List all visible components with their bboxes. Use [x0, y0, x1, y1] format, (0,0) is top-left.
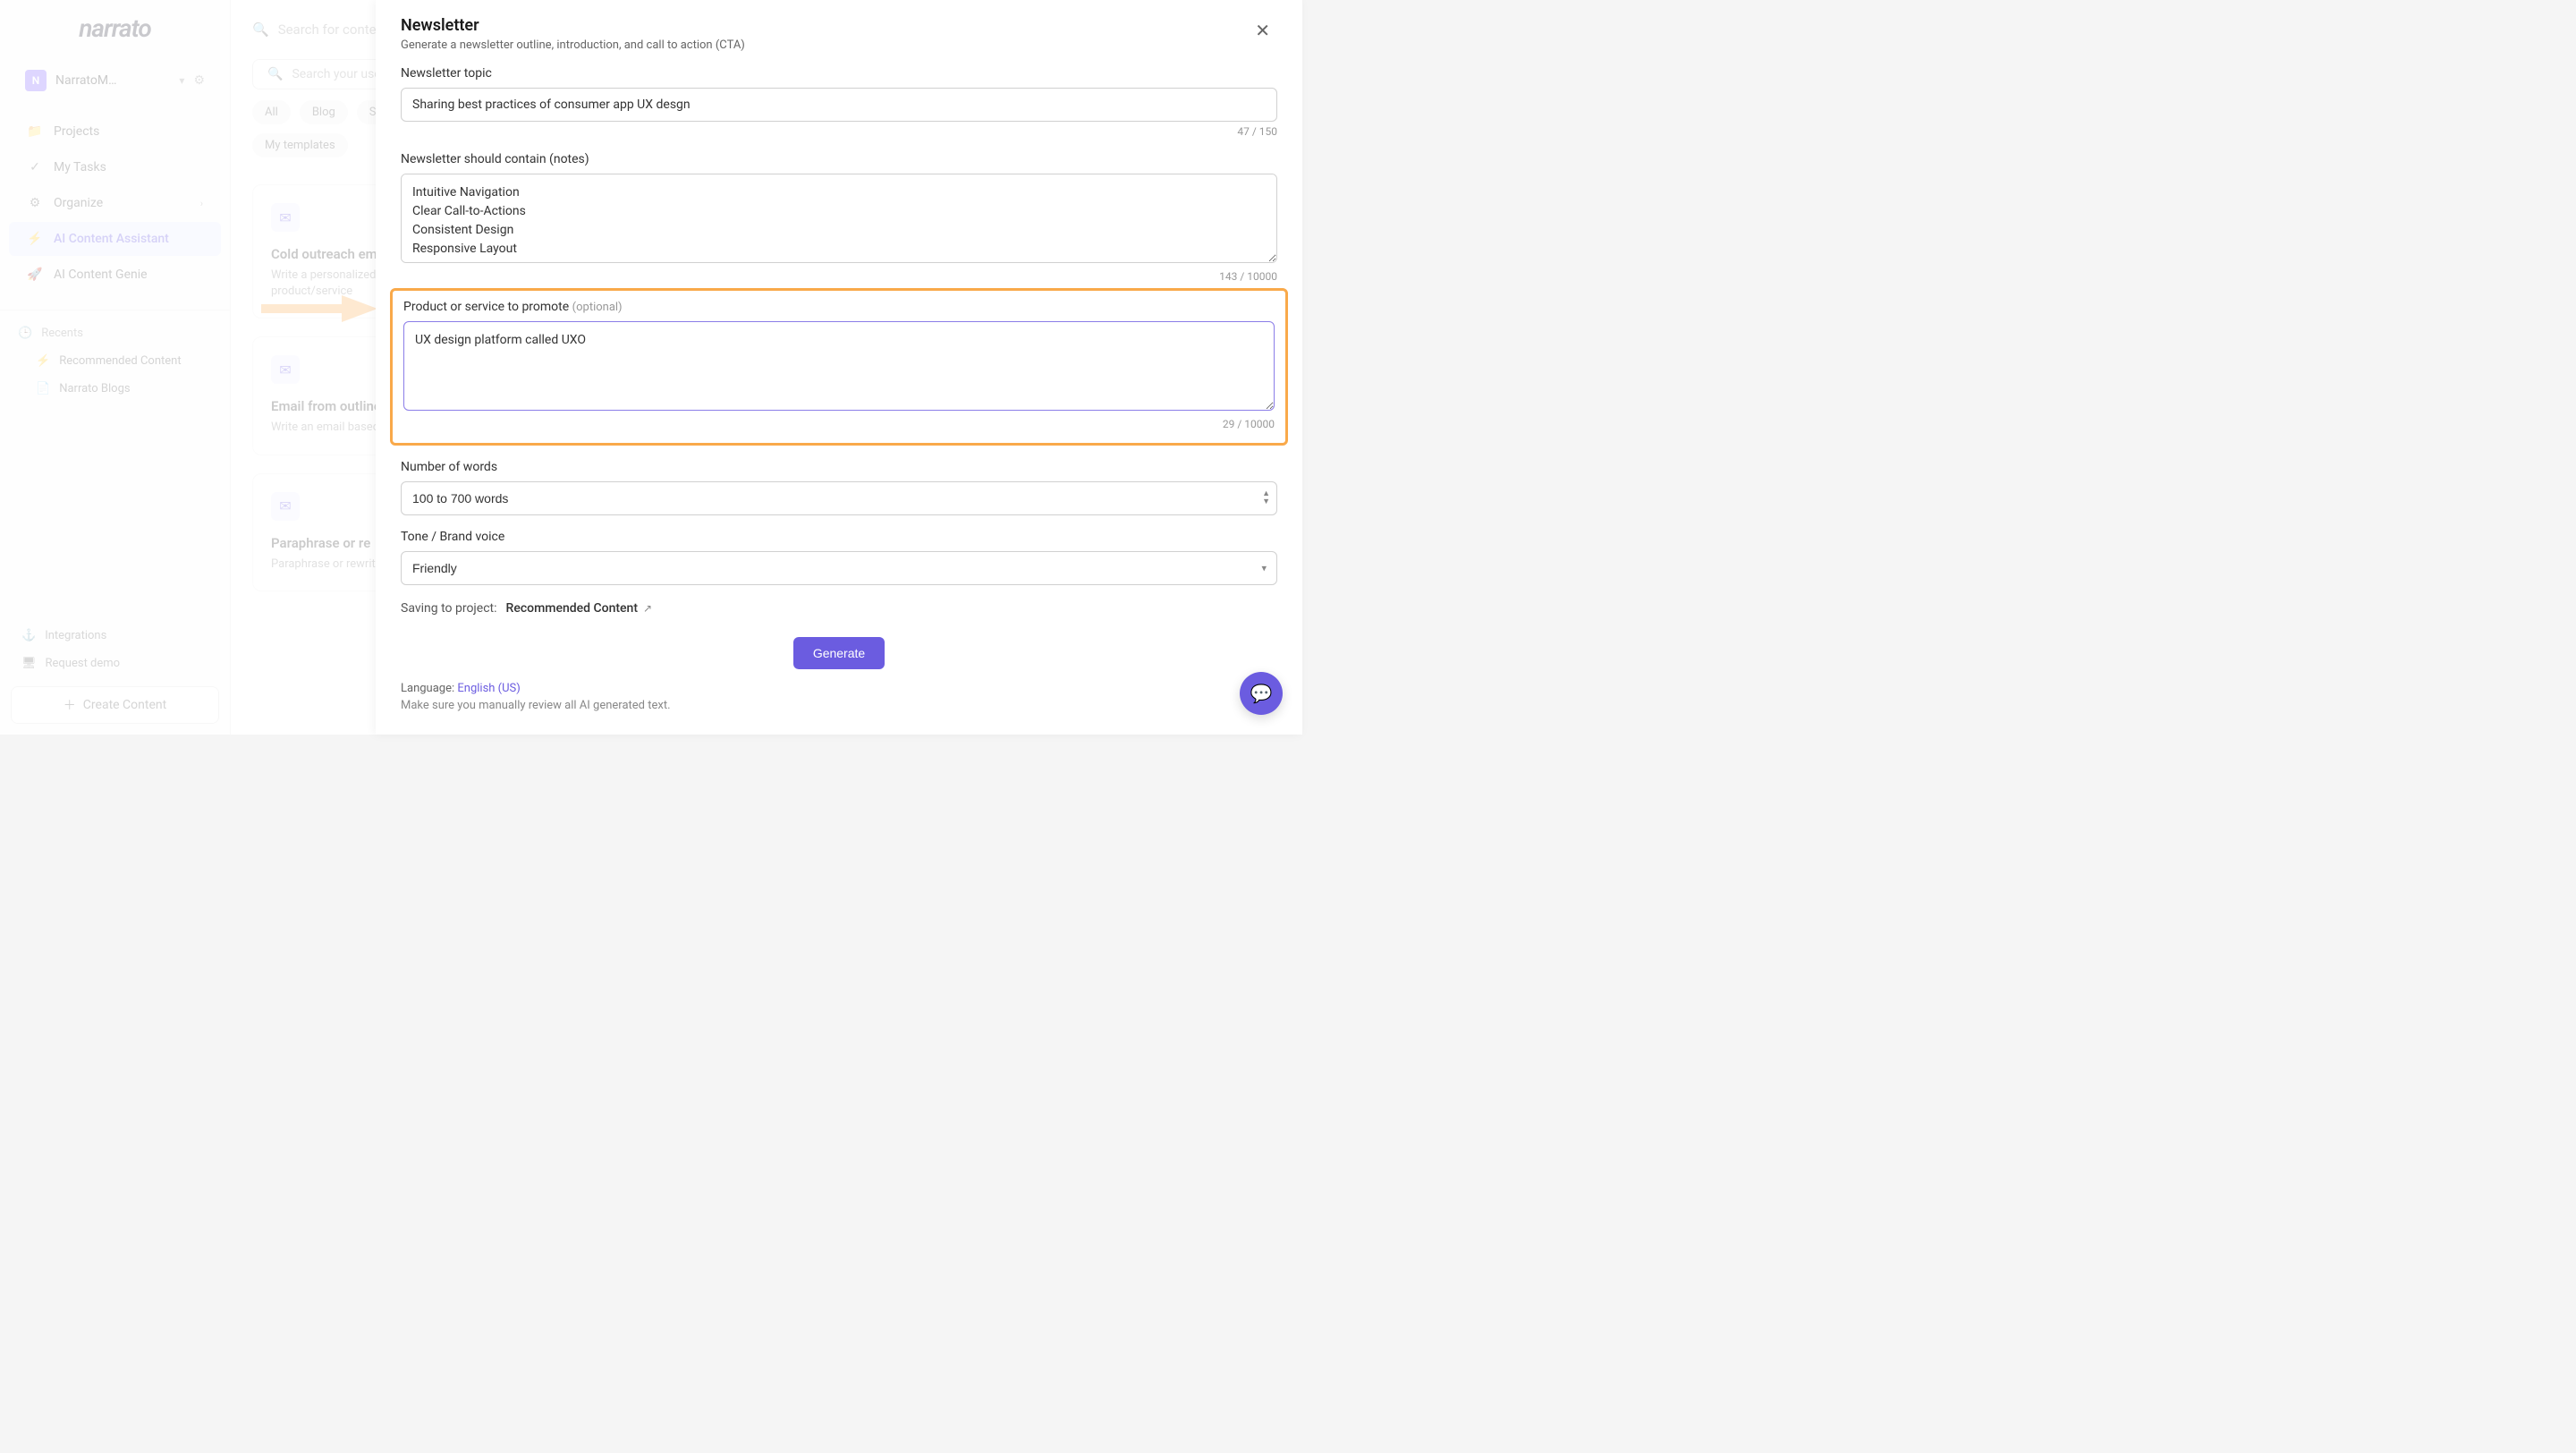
generate-button[interactable]: Generate [793, 637, 885, 669]
chat-fab[interactable]: 💬 [1240, 672, 1283, 715]
highlighted-product-section: Product or service to promote (optional)… [390, 288, 1288, 446]
language-label: Language: [401, 682, 454, 695]
saving-label: Saving to project: [401, 601, 497, 616]
words-label: Number of words [401, 460, 1277, 474]
saving-project-link[interactable]: Recommended Content ↗ [506, 601, 653, 616]
stepper-icon: ▲▼ [1262, 490, 1270, 506]
topic-input[interactable] [401, 88, 1277, 122]
close-icon[interactable]: ✕ [1248, 16, 1277, 45]
topic-label: Newsletter topic [401, 66, 1277, 81]
saving-row: Saving to project: Recommended Content ↗ [401, 601, 1277, 616]
form-row-notes: Newsletter should contain (notes) 143 / … [401, 152, 1277, 283]
notes-label: Newsletter should contain (notes) [401, 152, 1277, 166]
external-link-icon: ↗ [643, 602, 652, 615]
product-label-text: Product or service to promote [403, 300, 569, 314]
saving-project-name: Recommended Content [506, 601, 639, 616]
form-row-tone: Tone / Brand voice Friendly ▾ [401, 530, 1277, 585]
language-line: Language: English (US) [401, 682, 1277, 695]
product-label: Product or service to promote (optional) [403, 300, 1275, 314]
notes-char-count: 143 / 10000 [401, 270, 1277, 283]
chat-icon: 💬 [1250, 683, 1273, 704]
newsletter-modal: Newsletter Generate a newsletter outline… [376, 0, 1302, 735]
tone-select[interactable]: Friendly [401, 551, 1277, 585]
modal-title: Newsletter [401, 16, 745, 35]
form-row-words: Number of words 100 to 700 words ▲▼ [401, 460, 1277, 515]
form-row-topic: Newsletter topic 47 / 150 [401, 66, 1277, 138]
notes-textarea[interactable] [401, 174, 1277, 263]
topic-char-count: 47 / 150 [401, 125, 1277, 138]
product-char-count: 29 / 10000 [403, 418, 1275, 430]
modal-subtitle: Generate a newsletter outline, introduct… [401, 38, 745, 52]
language-link[interactable]: English (US) [457, 682, 520, 695]
tone-label: Tone / Brand voice [401, 530, 1277, 544]
modal-header: Newsletter Generate a newsletter outline… [401, 16, 1277, 52]
product-optional: (optional) [572, 301, 623, 314]
modal-title-block: Newsletter Generate a newsletter outline… [401, 16, 745, 52]
product-textarea[interactable] [403, 321, 1275, 411]
review-notice: Make sure you manually review all AI gen… [401, 699, 1277, 712]
words-select[interactable]: 100 to 700 words [401, 481, 1277, 515]
